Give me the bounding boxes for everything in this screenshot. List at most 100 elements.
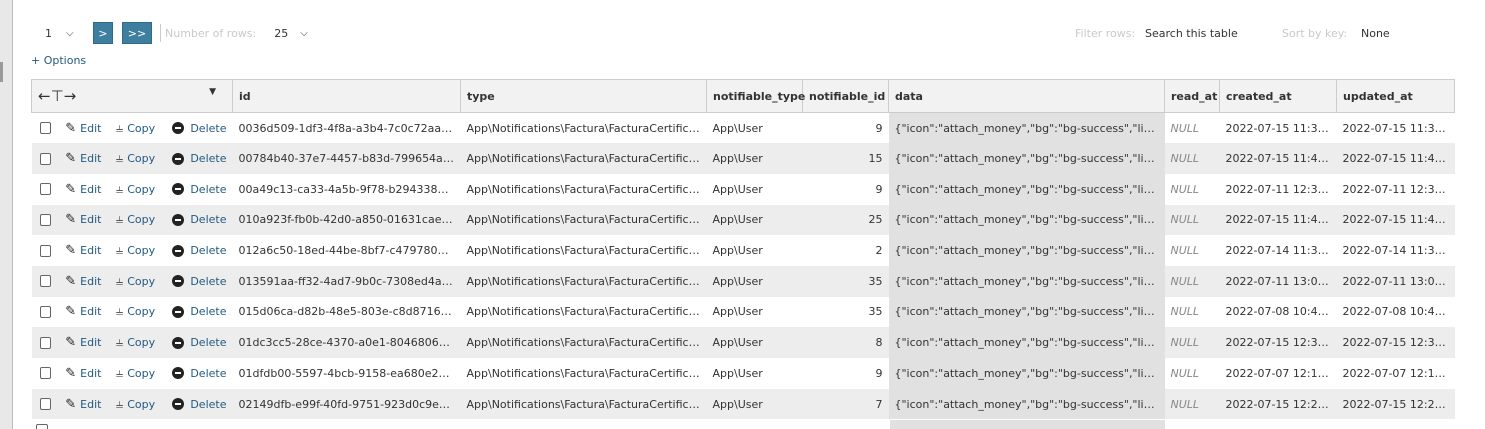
row-checkbox[interactable] xyxy=(39,152,52,165)
cell-data[interactable]: {"icon":"attach_money","bg":"bg-success"… xyxy=(888,143,1165,174)
cell-notifiable-id[interactable]: 35 xyxy=(802,296,889,328)
cell-created-at[interactable]: 2022-07-15 12:39:20 xyxy=(1219,327,1337,358)
cell-created-at[interactable]: 2022-07-07 12:14:39 xyxy=(1219,358,1337,389)
page-select[interactable]: 1 ⌵ xyxy=(31,22,83,44)
cell-updated-at[interactable]: 2022-07-08 10:41:26 xyxy=(1336,296,1455,328)
cell-read-at[interactable]: NULL xyxy=(1164,327,1220,358)
cell-updated-at[interactable]: 2022-07-07 12:14:39 xyxy=(1336,358,1455,389)
row-checkbox[interactable] xyxy=(39,367,52,380)
cell-id[interactable]: 0036d509-1df3-4f8a-a3b4-7c0c72aa1a34 xyxy=(232,112,461,144)
cell-type[interactable]: App\Notifications\Factura\FacturaCertifi… xyxy=(460,388,707,420)
edit-action[interactable]: ✎ Edit xyxy=(65,335,116,350)
cell-updated-at[interactable]: 2022-07-15 11:39:23 xyxy=(1336,112,1455,144)
cell-notifiable-type[interactable]: App\User xyxy=(706,173,803,205)
cell-notifiable-id[interactable]: 15 xyxy=(802,143,889,174)
cell-created-at[interactable]: 2022-07-15 12:25:16 xyxy=(1219,388,1337,420)
cell-data[interactable]: {"icon":"attach_money","bg":"bg-success"… xyxy=(888,173,1165,205)
column-header-notifiable-id[interactable]: notifiable_id xyxy=(802,79,889,113)
options-link[interactable]: + Options xyxy=(31,54,86,67)
cell-id[interactable]: 012a6c50-18ed-44be-8bf7-c47978045581 xyxy=(232,235,461,266)
cell-id[interactable]: 02149dfb-e99f-40fd-9751-923d0c9ea8d3 xyxy=(232,388,461,420)
cell-updated-at[interactable]: 2022-07-15 12:25:16 xyxy=(1336,388,1455,420)
edit-action[interactable]: ✎ Edit xyxy=(65,182,116,197)
cell-data[interactable]: {"icon":"attach_money","bg":"bg-success"… xyxy=(888,265,1165,297)
cell-notifiable-id[interactable]: 7 xyxy=(802,388,889,420)
delete-action[interactable]: Delete xyxy=(172,367,226,380)
row-checkbox[interactable] xyxy=(39,305,52,318)
delete-action[interactable]: Delete xyxy=(172,336,226,349)
column-header-id[interactable]: id xyxy=(232,79,461,113)
row-checkbox-partial[interactable] xyxy=(36,424,48,429)
cell-created-at[interactable]: 2022-07-15 11:47:33 xyxy=(1219,204,1337,236)
cell-notifiable-type[interactable]: App\User xyxy=(706,112,803,144)
cell-read-at[interactable]: NULL xyxy=(1164,296,1220,328)
column-header-read-at[interactable]: read_at xyxy=(1164,79,1220,113)
cell-created-at[interactable]: 2022-07-08 10:41:26 xyxy=(1219,296,1337,328)
cell-type[interactable]: App\Notifications\Factura\FacturaCertifi… xyxy=(460,204,707,236)
copy-action[interactable]: ⫨ Copy xyxy=(116,304,172,319)
cell-read-at[interactable]: NULL xyxy=(1164,143,1220,174)
copy-action[interactable]: ⫨ Copy xyxy=(116,397,172,412)
cell-type[interactable]: App\Notifications\Factura\FacturaCertifi… xyxy=(460,265,707,297)
cell-read-at[interactable]: NULL xyxy=(1164,235,1220,266)
column-header-updated-at[interactable]: updated_at xyxy=(1336,79,1455,113)
cell-type[interactable]: App\Notifications\Factura\FacturaCertifi… xyxy=(460,173,707,205)
edit-action[interactable]: ✎ Edit xyxy=(65,243,116,258)
cell-data[interactable]: {"icon":"attach_money","bg":"bg-success"… xyxy=(888,388,1165,420)
next-page-button[interactable]: > xyxy=(93,22,113,44)
filter-input[interactable] xyxy=(1140,24,1265,42)
cell-id[interactable]: 010a923f-fb0b-42d0-a850-01631caea1a1 xyxy=(232,204,461,236)
edit-action[interactable]: ✎ Edit xyxy=(65,151,116,166)
copy-action[interactable]: ⫨ Copy xyxy=(116,335,172,350)
cell-read-at[interactable]: NULL xyxy=(1164,265,1220,297)
cell-notifiable-id[interactable]: 9 xyxy=(802,173,889,205)
cell-type[interactable]: App\Notifications\Factura\FacturaCertifi… xyxy=(460,358,707,389)
copy-action[interactable]: ⫨ Copy xyxy=(116,151,172,166)
cell-notifiable-id[interactable]: 9 xyxy=(802,112,889,144)
copy-action[interactable]: ⫨ Copy xyxy=(116,243,172,258)
cell-id[interactable]: 00a49c13-ca33-4a5b-9f78-b2943383852c xyxy=(232,173,461,205)
cell-data[interactable]: {"icon":"attach_money","bg":"bg-success"… xyxy=(888,204,1165,236)
cell-created-at[interactable]: 2022-07-14 11:39:52 xyxy=(1219,235,1337,266)
cell-notifiable-id[interactable]: 35 xyxy=(802,265,889,297)
cell-notifiable-id[interactable]: 2 xyxy=(802,235,889,266)
cell-type[interactable]: App\Notifications\Factura\FacturaCertifi… xyxy=(460,327,707,358)
cell-data[interactable]: {"icon":"attach_money","bg":"bg-success"… xyxy=(888,327,1165,358)
copy-action[interactable]: ⫨ Copy xyxy=(116,274,172,289)
row-checkbox[interactable] xyxy=(39,183,52,196)
copy-action[interactable]: ⫨ Copy xyxy=(116,366,172,381)
cell-updated-at[interactable]: 2022-07-11 13:08:36 xyxy=(1336,265,1455,297)
caret-down-icon[interactable]: ▼ xyxy=(209,87,216,97)
column-header-type[interactable]: type xyxy=(460,79,707,113)
cell-created-at[interactable]: 2022-07-15 11:39:23 xyxy=(1219,112,1337,144)
cell-notifiable-type[interactable]: App\User xyxy=(706,358,803,389)
last-page-button[interactable]: >> xyxy=(122,22,152,44)
cell-updated-at[interactable]: 2022-07-15 11:47:33 xyxy=(1336,204,1455,236)
cell-id[interactable]: 015d06ca-d82b-48e5-803e-c8d87160cc8a xyxy=(232,296,461,328)
row-checkbox[interactable] xyxy=(39,122,52,135)
cell-read-at[interactable]: NULL xyxy=(1164,173,1220,205)
cell-updated-at[interactable]: 2022-07-15 12:39:20 xyxy=(1336,327,1455,358)
cell-notifiable-type[interactable]: App\User xyxy=(706,143,803,174)
delete-action[interactable]: Delete xyxy=(172,275,226,288)
row-checkbox[interactable] xyxy=(39,213,52,226)
rows-select[interactable]: 25 ⌵ xyxy=(274,27,308,40)
column-header-created-at[interactable]: created_at xyxy=(1219,79,1337,113)
panel-collapse-handle[interactable] xyxy=(0,62,3,82)
cell-notifiable-id[interactable]: 9 xyxy=(802,358,889,389)
delete-action[interactable]: Delete xyxy=(172,183,226,196)
cell-created-at[interactable]: 2022-07-15 11:47:33 xyxy=(1219,143,1337,174)
cell-notifiable-type[interactable]: App\User xyxy=(706,235,803,266)
column-header-notifiable-type[interactable]: notifiable_type xyxy=(706,79,805,113)
cell-read-at[interactable]: NULL xyxy=(1164,388,1220,420)
cell-data[interactable]: {"icon":"attach_money","bg":"bg-success"… xyxy=(888,235,1165,266)
cell-read-at[interactable]: NULL xyxy=(1164,204,1220,236)
edit-action[interactable]: ✎ Edit xyxy=(65,274,116,289)
cell-read-at[interactable]: NULL xyxy=(1164,358,1220,389)
copy-action[interactable]: ⫨ Copy xyxy=(116,212,172,227)
copy-action[interactable]: ⫨ Copy xyxy=(116,182,172,197)
edit-action[interactable]: ✎ Edit xyxy=(65,304,116,319)
edit-action[interactable]: ✎ Edit xyxy=(65,121,116,136)
row-checkbox[interactable] xyxy=(39,398,52,411)
cell-notifiable-type[interactable]: App\User xyxy=(706,204,803,236)
